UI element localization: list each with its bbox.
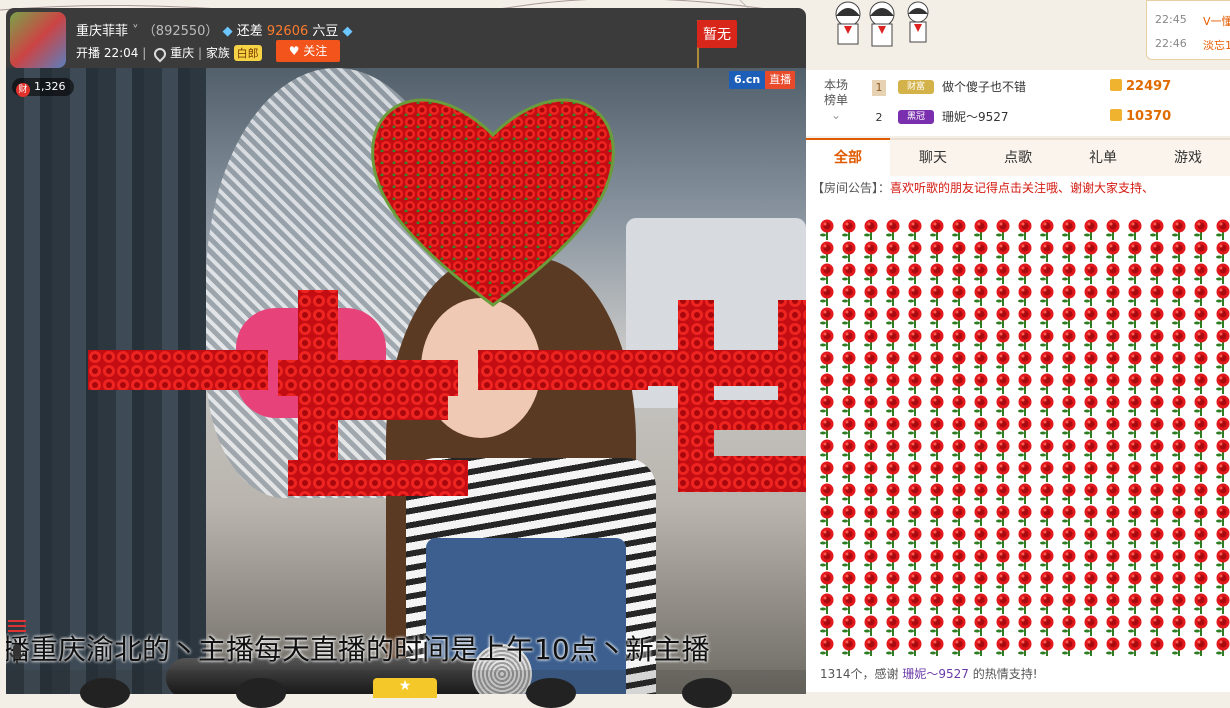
toolbar-button[interactable] [236,678,286,708]
rank-user-name[interactable]: 做个傻子也不错 [942,78,1026,96]
rose-gift-display [816,218,1230,656]
start-time: 开播 22:04 [76,46,139,60]
wealth-count: 1,326 [34,80,66,93]
money-bag-icon [1110,109,1122,121]
mini-chat-time: 22:46 [1155,37,1187,50]
site-logo: 6.cn 直播 [729,71,803,89]
follow-label: 关注 [303,44,328,58]
anchor-name[interactable]: 重庆菲菲 [76,24,128,39]
mini-chat-user[interactable]: 淡忘1 [1203,37,1230,53]
anchor-meta-row: 开播 22:04 | 重庆 | 家族 白郎 [76,44,262,62]
tab-all[interactable]: 全部 [806,138,890,176]
family-tag[interactable]: 白郎 [233,45,262,61]
mini-chat-box: 22:45 Ⅴ一懂 22:46 淡忘1 [1146,0,1230,60]
location: 重庆 [170,46,195,60]
tab-games[interactable]: 游戏 [1146,140,1230,176]
chevron-down-icon: ⌄ [830,108,842,122]
mini-chat-time: 22:45 [1155,13,1187,26]
kids-illustration [835,1,929,47]
gift-line-suffix: 的热情支持! [972,667,1038,681]
gift-line-prefix: 1314个，感谢 [820,667,899,681]
tab-chat[interactable]: 聊天 [891,140,975,176]
toolbar-button[interactable] [526,678,576,708]
toolbar-button[interactable] [682,678,732,708]
rank-number: 2 [875,111,883,124]
money-bag-icon [1110,79,1122,91]
rank-user-name[interactable]: 珊妮～9527 [942,108,1009,126]
user-level-badge: 黑冠 [898,110,934,124]
mini-chat-row: 22:46 淡忘1 [1155,37,1230,52]
room-notice: 【房间公告】：喜欢听歌的朋友记得点击关注哦、谢谢大家支持、 [806,176,1230,202]
still-need-value: 92606 [266,24,309,39]
gift-line-user[interactable]: 珊妮～9527 [902,667,969,681]
rose-text-effect [88,290,878,496]
anchor-avatar[interactable] [10,12,66,68]
right-panel: 22:45 Ⅴ一懂 22:46 淡忘1 本场 榜单 ⌄ 1 财富 做个傻子也不错… [806,0,1230,694]
notice-label: 【房间公告】： [812,181,891,195]
menu-icon[interactable] [8,620,26,634]
live-tag: 直播 [765,71,796,89]
gift-thanks-message: 1314个，感谢 珊妮～9527 的热情支持! [820,665,1038,682]
location-pin-icon [151,45,169,62]
session-ranking: 本场 榜单 ⌄ 1 财富 做个傻子也不错 22497 2 黑冠 珊妮～9527 … [806,70,1230,136]
rose-heart-effect [371,98,615,307]
ranking-row[interactable]: 1 财富 做个傻子也不错 22497 [870,78,1220,100]
ranking-label[interactable]: 本场 榜单 ⌄ [818,78,854,123]
ranking-label-line2: 榜单 [823,93,848,107]
toolbar-button[interactable] [80,678,130,708]
diamond-icon: ◆ [222,24,233,39]
tab-song-request[interactable]: 点歌 [976,140,1060,176]
ranking-row[interactable]: 2 黑冠 珊妮～9527 10370 [870,108,1220,130]
mini-chat-user[interactable]: Ⅴ一懂 [1203,13,1230,29]
marquee-text: 播重庆渝北的丶主播每天直播的时间是上午10点丶新主播 [6,633,710,666]
anchor-info-row: 重庆菲菲 ˅ （892550） ◆ 还差 92606 六豆 ◆ [76,20,353,39]
ranking-label-line1: 本场 [823,78,848,92]
star-gift-button[interactable]: ★ [373,678,437,698]
rank-score: 22497 [1110,78,1171,96]
wealth-counter: 财 1,326 [12,78,74,97]
mini-chat-row: 22:45 Ⅴ一懂 [1155,13,1230,28]
rank-score: 10370 [1110,108,1171,126]
rank-number: 1 [872,80,886,96]
chat-messages[interactable]: 1314个，感谢 珊妮～9527 的热情支持! [806,202,1230,692]
still-need-label: 还差 [236,24,263,39]
follow-button[interactable]: ♥ 关注 [276,40,340,62]
room-header: 重庆菲菲 ˅ （892550） ◆ 还差 92606 六豆 ◆ 开播 22:04… [6,8,806,68]
wealth-icon: 财 [16,83,30,97]
chat-tabs: 全部 聊天 点歌 礼单 游戏 [806,138,1230,176]
logo-text: 6.cn [729,71,766,89]
chevron-down-icon[interactable]: ˅ [132,24,139,39]
heart-icon: ♥ [288,44,300,58]
announcement-marquee: 播重庆渝北的丶主播每天直播的时间是上午10点丶新主播 [6,630,806,670]
tab-gift-list[interactable]: 礼单 [1061,140,1145,176]
diamond-icon: ◆ [342,24,353,39]
room-id: （892550） [142,24,219,39]
user-level-badge: 财富 [898,80,934,94]
rank-flag[interactable]: 暂无 [697,20,737,48]
mic-icon[interactable] [8,643,26,665]
notice-message: 喜欢听歌的朋友记得点击关注哦、谢谢大家支持、 [890,181,1155,195]
family-label: 家族 [205,46,230,60]
currency-label: 六豆 [312,24,339,39]
